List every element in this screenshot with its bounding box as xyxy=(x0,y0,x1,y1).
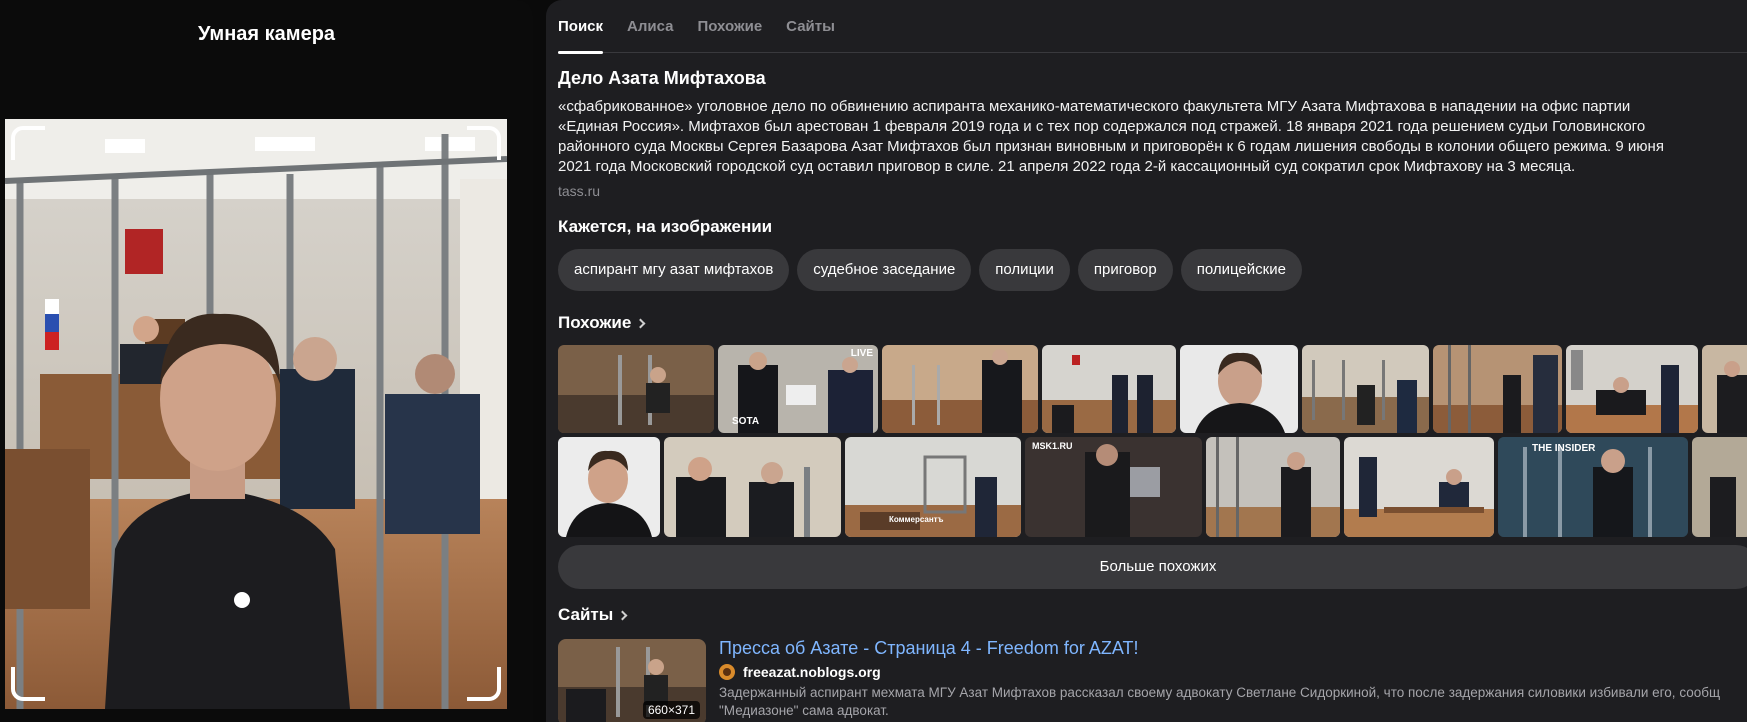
similar-thumb[interactable] xyxy=(1302,345,1429,433)
similar-thumb[interactable]: Коммерсантъ xyxy=(845,437,1021,537)
query-image[interactable] xyxy=(5,119,507,709)
msk1-logo: MSK1.RU xyxy=(1032,441,1073,451)
camera-panel: Умная камера xyxy=(0,0,533,722)
similar-thumb[interactable] xyxy=(1344,437,1494,537)
similar-thumb[interactable]: LIVE SOTA xyxy=(718,345,878,433)
chevron-right-icon xyxy=(617,610,628,620)
site-snippet: Задержанный аспирант мехмата МГУ Азат Ми… xyxy=(719,684,1747,720)
sites-heading[interactable]: Сайты xyxy=(558,605,628,625)
seems-title: Кажется, на изображении xyxy=(558,217,773,236)
sites-title[interactable]: Сайты xyxy=(558,605,613,625)
answer-title: Дело Азата Мифтахова xyxy=(558,68,766,88)
similar-thumb[interactable] xyxy=(1566,345,1698,433)
chevron-right-icon xyxy=(635,318,646,328)
frame-corner-top-left xyxy=(11,126,45,160)
answer-source[interactable]: tass.ru xyxy=(558,183,1738,199)
more-similar-button[interactable]: Больше похожих xyxy=(558,545,1747,589)
similar-heading[interactable]: Похожие xyxy=(558,313,1738,333)
tab-similar[interactable]: Похожие xyxy=(697,18,762,53)
tab-bar: Поиск Алиса Похожие Сайты xyxy=(558,0,1747,54)
site-thumbnail[interactable]: 660×371 xyxy=(558,639,706,722)
frame-corner-bottom-right xyxy=(467,667,501,701)
tag-chip[interactable]: судебное заседание xyxy=(797,249,972,291)
frame-corner-top-right xyxy=(467,126,501,160)
tag-chip[interactable]: приговор xyxy=(1077,249,1173,291)
similar-thumb[interactable] xyxy=(1180,345,1298,433)
image-size-badge: 660×371 xyxy=(642,701,700,719)
tag-list: аспирант мгу азат мифтахов судебное засе… xyxy=(558,249,1738,291)
tag-chip[interactable]: полиции xyxy=(979,249,1070,291)
seems-heading: Кажется, на изображении xyxy=(558,217,1738,237)
focus-point[interactable] xyxy=(234,592,250,608)
similar-row-2: Коммерсантъ MSK1.RU THE INSIDER xyxy=(558,437,1747,537)
site-domain[interactable]: freeazat.noblogs.org xyxy=(743,664,881,680)
sota-logo: SOTA xyxy=(732,416,760,427)
answer-block: Дело Азата Мифтахова «сфабрикованное» уг… xyxy=(558,68,1738,333)
site-snippet-line-1: Задержанный аспирант мехмата МГУ Азат Ми… xyxy=(719,685,1721,700)
similar-thumb[interactable] xyxy=(1433,345,1562,433)
similar-thumb[interactable] xyxy=(1206,437,1340,537)
similar-thumb[interactable] xyxy=(1042,345,1176,433)
similar-thumb[interactable] xyxy=(1692,437,1747,537)
tag-chip[interactable]: полицейские xyxy=(1180,249,1302,291)
answer-description: «сфабрикованное» уголовное дело по обвин… xyxy=(558,98,1664,175)
site-snippet-line-2: "Медиазоне" сама адвокат. xyxy=(719,703,889,718)
similar-thumb[interactable]: MSK1.RU xyxy=(1025,437,1202,537)
courtroom-photo xyxy=(5,119,507,709)
similar-thumb[interactable] xyxy=(882,345,1038,433)
similar-thumb[interactable] xyxy=(1702,345,1747,433)
similar-thumb[interactable]: THE INSIDER xyxy=(1498,437,1688,537)
similar-thumb[interactable] xyxy=(664,437,841,537)
results-panel: Поиск Алиса Похожие Сайты Дело Азата Миф… xyxy=(546,0,1747,722)
frame-corner-bottom-left xyxy=(11,667,45,701)
site-favicon-icon xyxy=(719,664,735,680)
tab-search[interactable]: Поиск xyxy=(558,18,604,54)
live-badge: LIVE xyxy=(850,348,873,359)
the-insider-logo: THE INSIDER xyxy=(1532,443,1596,454)
tab-sites[interactable]: Сайты xyxy=(786,18,835,53)
similar-title[interactable]: Похожие xyxy=(558,313,631,333)
similar-thumb[interactable] xyxy=(558,437,660,537)
tag-chip[interactable]: аспирант мгу азат мифтахов xyxy=(558,249,790,291)
tab-alice[interactable]: Алиса xyxy=(627,18,673,53)
similar-row-1: LIVE SOTA xyxy=(558,345,1747,433)
similar-thumb[interactable] xyxy=(558,345,714,433)
site-result-link[interactable]: Пресса об Азате - Страница 4 - Freedom f… xyxy=(719,638,1139,659)
site-domain-row[interactable]: freeazat.noblogs.org xyxy=(719,664,881,680)
kommersant-logo: Коммерсантъ xyxy=(889,515,944,524)
camera-title: Умная камера xyxy=(197,23,336,45)
